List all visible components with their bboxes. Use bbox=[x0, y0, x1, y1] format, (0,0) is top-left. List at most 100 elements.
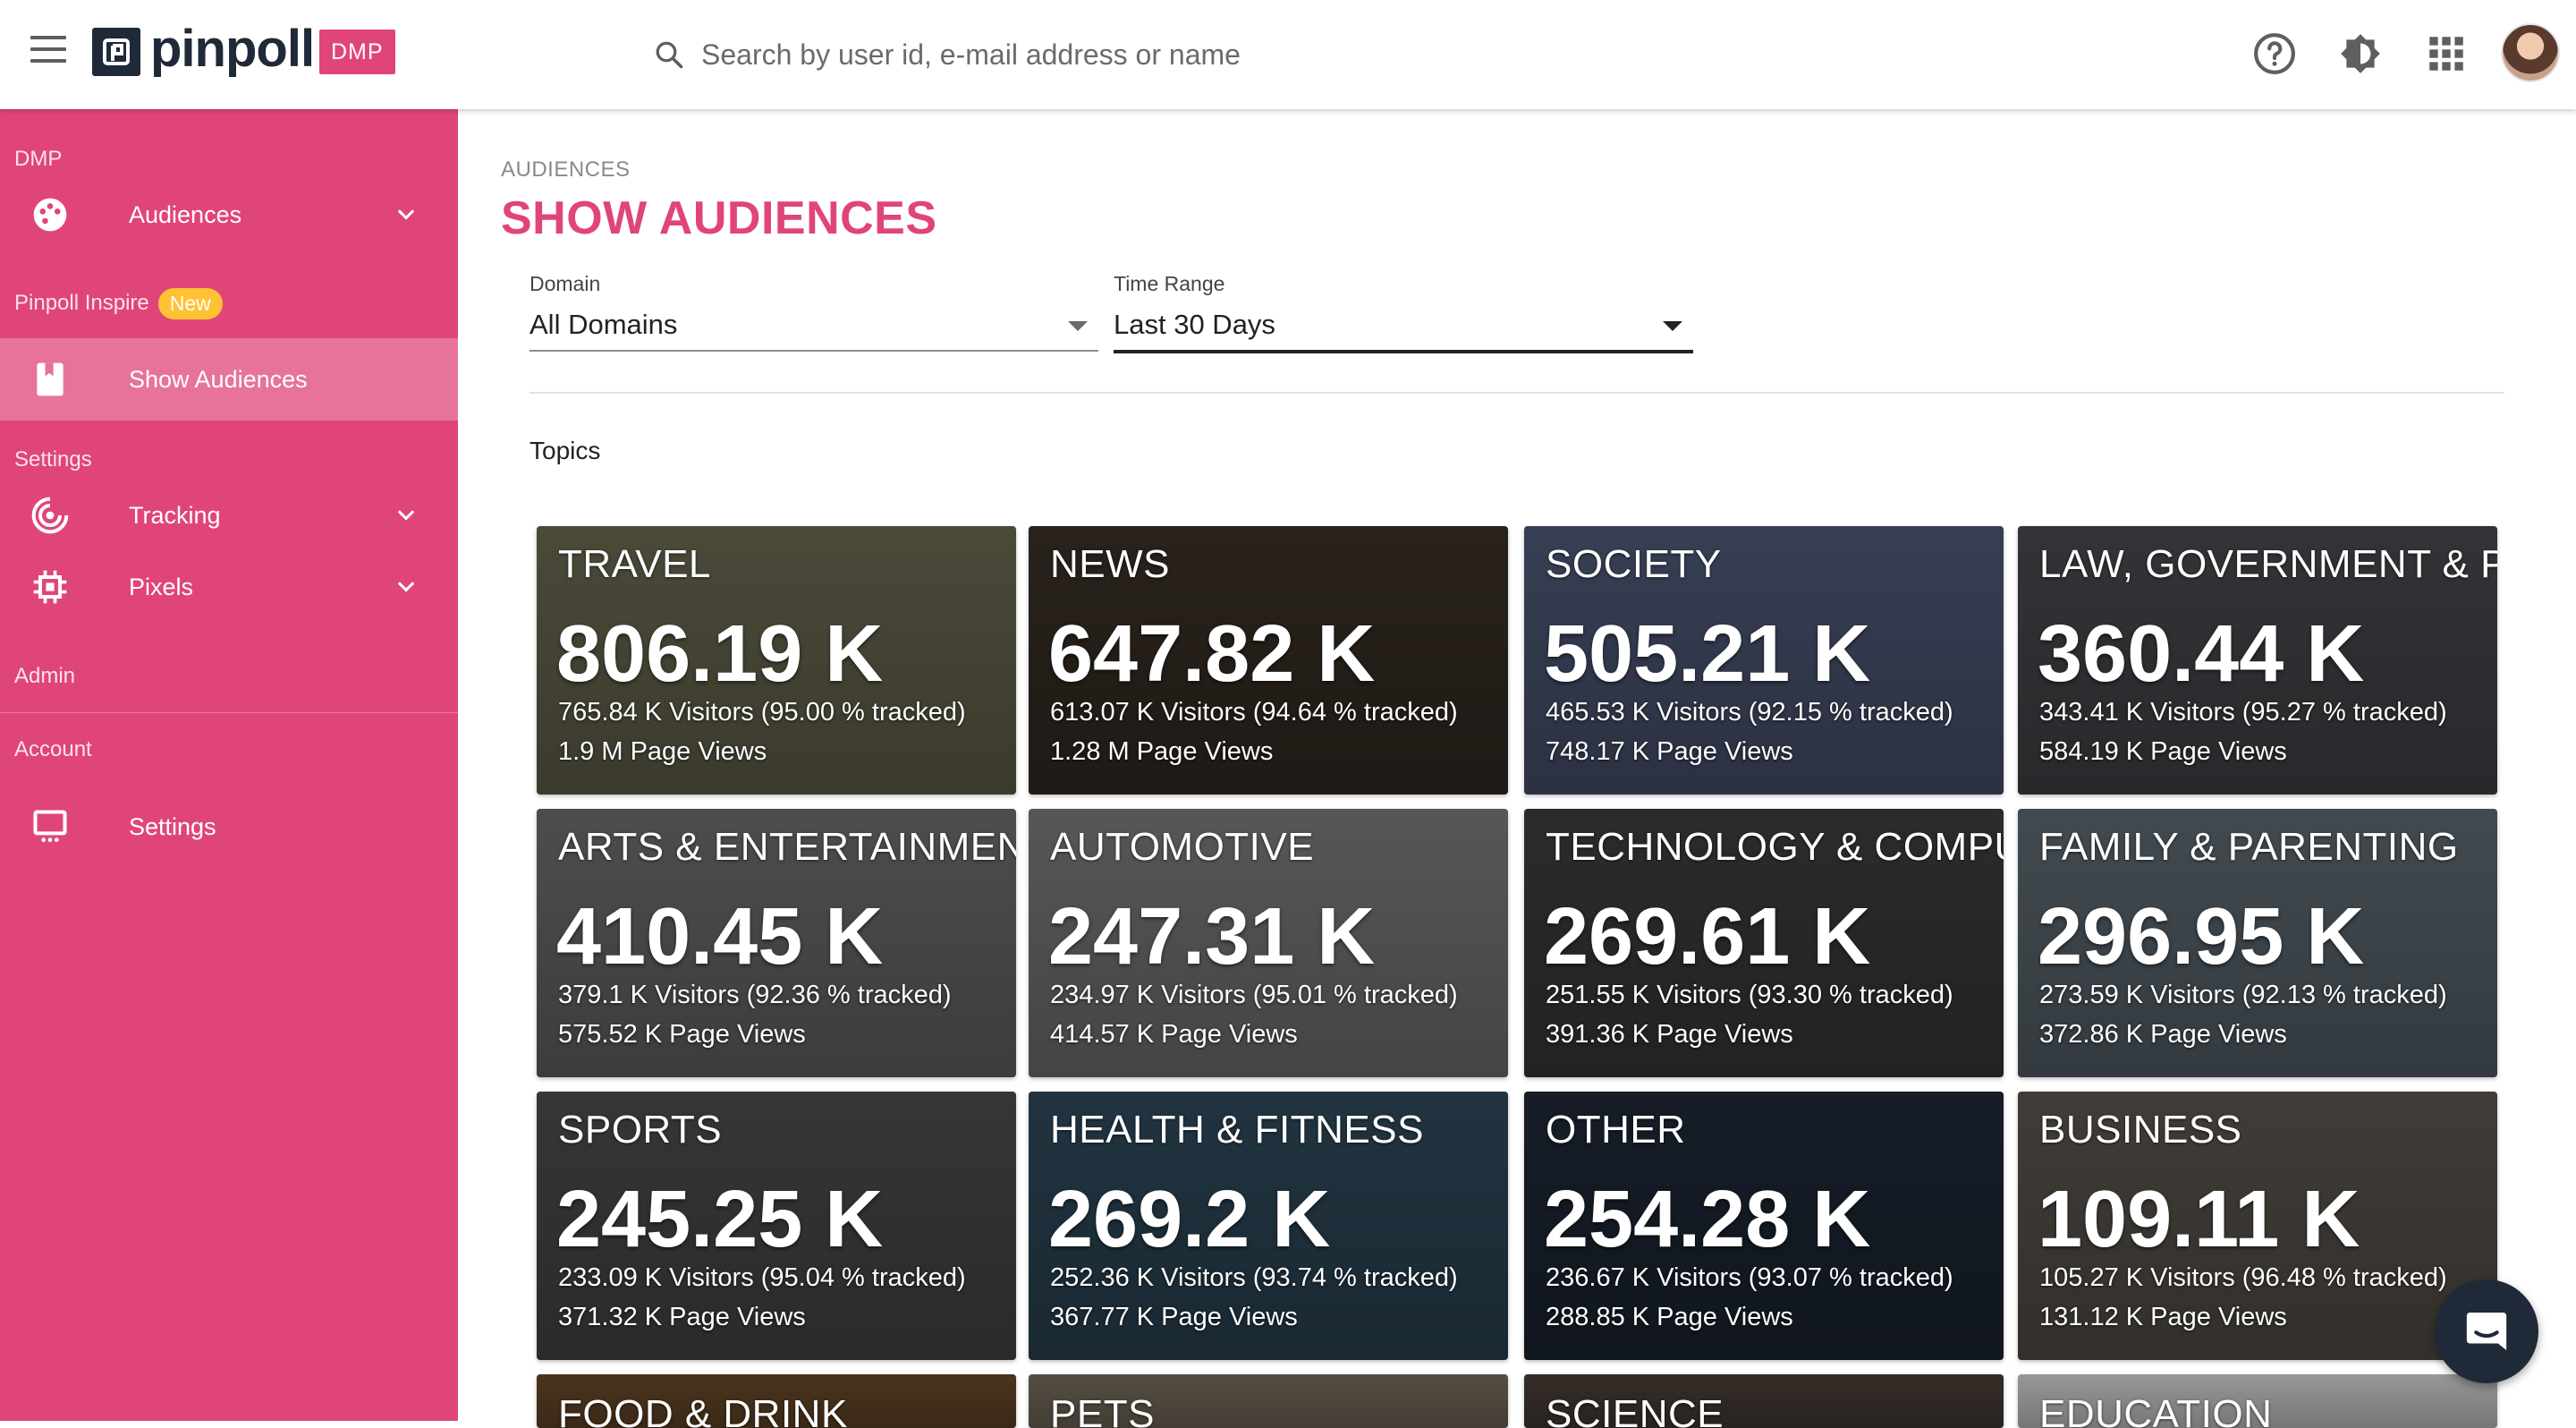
chat-bubble-icon bbox=[2466, 1313, 2507, 1350]
search-input[interactable] bbox=[699, 37, 1436, 72]
visitors-stat: 613.07 K Visitors (94.64 % tracked) bbox=[1050, 698, 1458, 727]
time-range-select-box[interactable]: Last 30 Days bbox=[1114, 303, 1693, 353]
topic-tile[interactable]: AUTOMOTIVE 247.31 K 234.97 K Visitors (95.… bbox=[1029, 809, 1508, 1077]
sidebar-item-label: Pixels bbox=[129, 573, 194, 600]
visitors-stat: 273.59 K Visitors (92.13 % tracked) bbox=[2039, 981, 2447, 1009]
chip-icon bbox=[33, 570, 67, 604]
topics-heading: Topics bbox=[530, 437, 601, 464]
sidebar-divider bbox=[0, 712, 458, 713]
sidebar-item-audiences[interactable]: Audiences bbox=[0, 174, 458, 256]
chat-launcher-button[interactable] bbox=[2435, 1279, 2538, 1383]
topic-tile[interactable]: SCIENCE bbox=[1524, 1374, 2004, 1428]
sidebar-section-dmp: DMP bbox=[14, 147, 63, 171]
topic-title: OTHER bbox=[1546, 1108, 1686, 1152]
topic-tile[interactable]: BUSINESS 109.11 K 105.27 K Visitors (96.48… bbox=[2018, 1092, 2497, 1360]
visitors-stat: 233.09 K Visitors (95.04 % tracked) bbox=[558, 1263, 966, 1292]
audience-count: 109.11 K bbox=[2038, 1175, 2360, 1264]
topic-title: EDUCATION bbox=[2039, 1392, 2273, 1428]
visitors-stat: 252.36 K Visitors (93.74 % tracked) bbox=[1050, 1263, 1458, 1292]
avatar[interactable] bbox=[2501, 23, 2560, 82]
bookmark-book-icon bbox=[37, 362, 64, 396]
sidebar-item-label: Tracking bbox=[129, 501, 221, 529]
topic-title: TRAVEL bbox=[558, 542, 711, 586]
topic-title: BUSINESS bbox=[2039, 1108, 2242, 1152]
sidebar-item-label: Audiences bbox=[129, 200, 242, 228]
dmp-badge: DMP bbox=[319, 30, 395, 74]
time-range-select[interactable]: Time Range Last 30 Days bbox=[1114, 272, 1693, 353]
topic-tile[interactable]: OTHER 254.28 K 236.67 K Visitors (93.07 % … bbox=[1524, 1092, 2004, 1360]
topic-tile[interactable]: HEALTH & FITNESS 269.2 K 252.36 K Visitors… bbox=[1029, 1092, 1508, 1360]
topic-tile[interactable]: SOCIETY 505.21 K 465.53 K Visitors (92.15 … bbox=[1524, 526, 2004, 795]
visitors-stat: 234.97 K Visitors (95.01 % tracked) bbox=[1050, 981, 1458, 1009]
visitors-stat: 105.27 K Visitors (96.48 % tracked) bbox=[2039, 1263, 2447, 1292]
audience-count: 254.28 K bbox=[1544, 1175, 1871, 1264]
top-app-bar: pinpoll DMP bbox=[0, 0, 2576, 109]
domain-select-box[interactable]: All Domains bbox=[530, 303, 1098, 352]
page-views-stat: 1.9 M Page Views bbox=[558, 737, 767, 766]
topic-tile[interactable]: LAW, GOVERNMENT & PO 360.44 K 343.41 K Vis… bbox=[2018, 526, 2497, 795]
domain-select[interactable]: Domain All Domains bbox=[530, 272, 1098, 352]
topic-title: NEWS bbox=[1050, 542, 1170, 586]
topic-title: LAW, GOVERNMENT & PO bbox=[2039, 542, 2497, 586]
topic-title: ARTS & ENTERTAINMENT bbox=[558, 825, 1016, 869]
audience-count: 247.31 K bbox=[1048, 892, 1376, 982]
apps-grid-icon[interactable] bbox=[2424, 31, 2469, 76]
sidebar-item-label: Show Audiences bbox=[129, 365, 308, 393]
visitors-stat: 379.1 K Visitors (92.36 % tracked) bbox=[558, 981, 952, 1009]
topic-title: PETS bbox=[1050, 1392, 1155, 1428]
page-views-stat: 131.12 K Page Views bbox=[2039, 1303, 2287, 1331]
page-views-stat: 575.52 K Page Views bbox=[558, 1020, 806, 1049]
chevron-down-icon bbox=[397, 582, 415, 592]
sidebar-item-show-audiences[interactable]: Show Audiences bbox=[0, 338, 458, 421]
chevron-down-icon bbox=[397, 209, 415, 220]
brightness-icon[interactable] bbox=[2338, 31, 2383, 76]
topic-title: FAMILY & PARENTING bbox=[2039, 825, 2459, 869]
sidebar-section-settings: Settings bbox=[14, 447, 92, 472]
help-icon[interactable] bbox=[2252, 31, 2297, 76]
topic-tile[interactable]: ARTS & ENTERTAINMENT 410.45 K 379.1 K Visi… bbox=[537, 809, 1016, 1077]
audience-count: 245.25 K bbox=[556, 1175, 884, 1264]
page-title: SHOW AUDIENCES bbox=[501, 192, 937, 244]
pinpoll-logo-mark bbox=[92, 28, 140, 76]
sidebar-section-inspire: Pinpoll Inspire New bbox=[14, 288, 223, 319]
sidebar-section-label: Pinpoll Inspire bbox=[14, 290, 149, 315]
topic-tile[interactable]: FAMILY & PARENTING 296.95 K 273.59 K Visit… bbox=[2018, 809, 2497, 1077]
topic-title: TECHNOLOGY & COMPUT bbox=[1546, 825, 2004, 869]
sidebar-section-admin: Admin bbox=[14, 664, 76, 688]
topic-tile[interactable]: TRAVEL 806.19 K 765.84 K Visitors (95.00 %… bbox=[537, 526, 1016, 795]
audience-count: 269.61 K bbox=[1544, 892, 1871, 982]
topic-tile[interactable]: PETS bbox=[1029, 1374, 1508, 1428]
page-views-stat: 1.28 M Page Views bbox=[1050, 737, 1274, 766]
topic-tile[interactable]: SPORTS 245.25 K 233.09 K Visitors (95.04 %… bbox=[537, 1092, 1016, 1360]
palette-icon bbox=[33, 198, 67, 232]
topic-title: AUTOMOTIVE bbox=[1050, 825, 1315, 869]
topic-tile[interactable]: EDUCATION bbox=[2018, 1374, 2497, 1428]
breadcrumb: AUDIENCES bbox=[501, 157, 631, 182]
topic-tile[interactable]: NEWS 647.82 K 613.07 K Visitors (94.64 % t… bbox=[1029, 526, 1508, 795]
divider bbox=[530, 392, 2504, 394]
topic-tile[interactable]: FOOD & DRINK bbox=[537, 1374, 1016, 1428]
audience-count: 505.21 K bbox=[1544, 609, 1871, 699]
audience-count: 269.2 K bbox=[1048, 1175, 1331, 1264]
page-views-stat: 391.36 K Page Views bbox=[1546, 1020, 1793, 1049]
sidebar-section-account: Account bbox=[14, 737, 92, 761]
topic-title: HEALTH & FITNESS bbox=[1050, 1108, 1424, 1152]
hamburger-menu-icon[interactable] bbox=[30, 36, 66, 64]
visitors-stat: 343.41 K Visitors (95.27 % tracked) bbox=[2039, 698, 2447, 727]
sidebar: DMP Audiences Pinpoll Inspire New Show Au… bbox=[0, 109, 458, 1421]
search-bar bbox=[653, 30, 1458, 79]
sidebar-item-tracking[interactable]: Tracking bbox=[0, 474, 458, 557]
search-icon[interactable] bbox=[653, 38, 685, 71]
audience-count: 296.95 K bbox=[2038, 892, 2365, 982]
page-views-stat: 584.19 K Page Views bbox=[2039, 737, 2287, 766]
brand-name: pinpoll bbox=[150, 20, 315, 78]
sidebar-item-settings[interactable]: Settings bbox=[0, 786, 458, 868]
sidebar-item-label: Settings bbox=[129, 812, 216, 840]
audience-count: 410.45 K bbox=[556, 892, 884, 982]
topic-tile[interactable]: TECHNOLOGY & COMPUT 269.61 K 251.55 K Visi… bbox=[1524, 809, 2004, 1077]
time-range-select-label: Time Range bbox=[1114, 272, 1225, 295]
sidebar-item-pixels[interactable]: Pixels bbox=[0, 546, 458, 628]
domain-select-value: All Domains bbox=[530, 309, 678, 340]
time-range-select-value: Last 30 Days bbox=[1114, 309, 1275, 340]
chevron-down-icon bbox=[397, 510, 415, 521]
